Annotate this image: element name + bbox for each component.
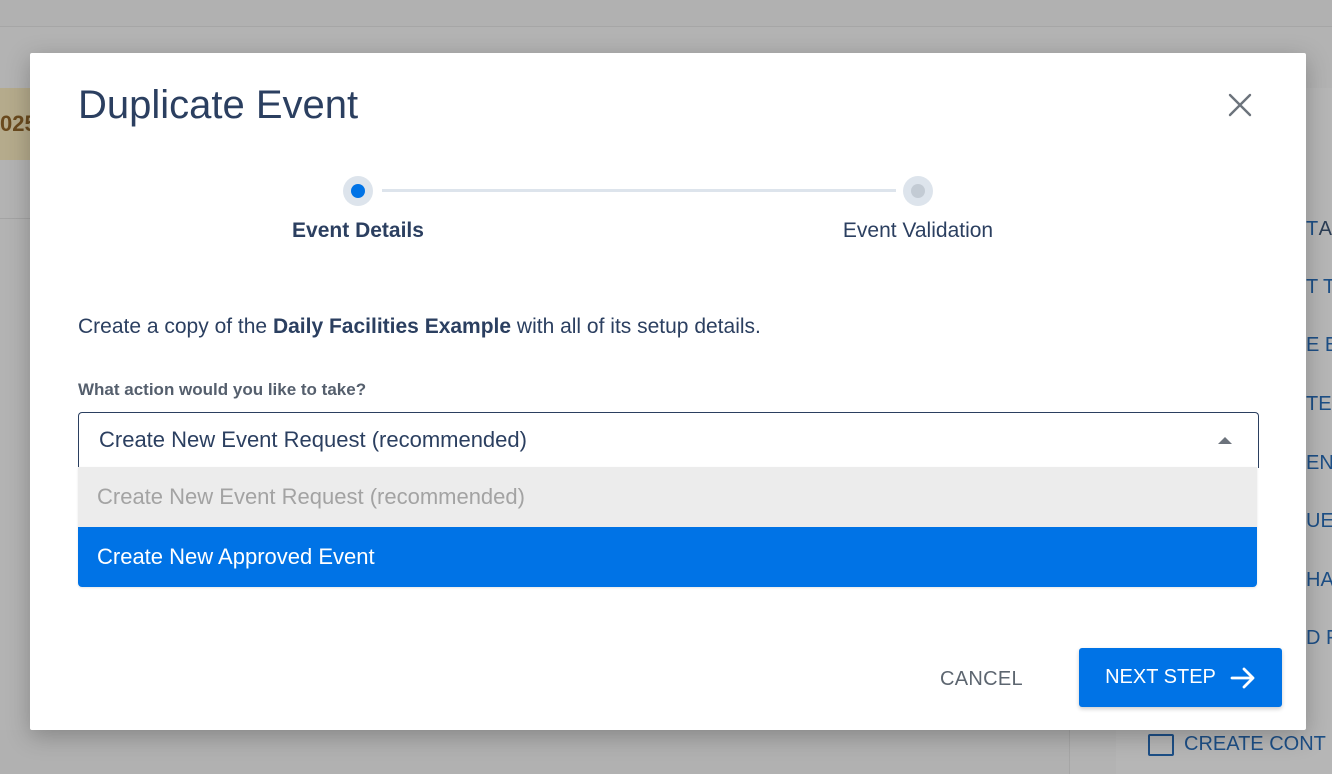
intro-text: Create a copy of the Daily Facilities Ex… <box>78 315 761 339</box>
action-select-options: Create New Event Request (recommended) C… <box>78 467 1257 587</box>
background-menu-item: T TY <box>1306 276 1332 298</box>
cancel-button[interactable]: CANCEL <box>940 663 1023 695</box>
next-step-button[interactable]: NEXT STEP <box>1079 648 1282 707</box>
stepper-track <box>382 189 896 192</box>
background-menu-item: T <box>1306 218 1319 240</box>
background-right-menu: T T TY E EV TEN ENT UES HA D F <box>1306 0 1332 774</box>
background-bottom-strip <box>0 730 1070 774</box>
background-menu-item: D F <box>1306 627 1332 649</box>
background-menu-item: UES <box>1306 510 1332 532</box>
background-topbar <box>0 0 1332 27</box>
step-label-event-validation: Event Validation <box>842 219 994 242</box>
create-contact-icon <box>1148 733 1174 756</box>
close-button[interactable] <box>1224 89 1256 121</box>
step-dot-event-validation <box>903 176 933 206</box>
background-create-link-label: CREATE CONT <box>1184 733 1326 755</box>
next-step-label: NEXT STEP <box>1105 666 1216 688</box>
background-menu-item: ENT <box>1306 452 1332 474</box>
background-divider <box>0 218 30 219</box>
action-select[interactable]: Create New Event Request (recommended) <box>78 412 1259 468</box>
duplicate-event-modal: Duplicate Event Event Details Event Vali… <box>30 53 1306 730</box>
close-icon <box>1228 93 1252 117</box>
modal-title: Duplicate Event <box>78 83 359 127</box>
step-dot-inactive-indicator <box>911 184 925 198</box>
caret-up-icon <box>1218 437 1232 444</box>
step-dot-event-details <box>343 176 373 206</box>
background-create-link: CREATE CONT <box>1148 733 1326 756</box>
action-select-value: Create New Event Request (recommended) <box>99 427 527 452</box>
intro-event-name: Daily Facilities Example <box>272 315 512 338</box>
background-menu-item: HA <box>1306 569 1332 591</box>
step-dot-active-indicator <box>351 184 365 198</box>
intro-suffix: with all of its setup details. <box>511 315 761 338</box>
background-menu-item: E EV <box>1306 334 1332 356</box>
arrow-right-icon <box>1230 667 1255 688</box>
background-menu-item: TEN <box>1306 393 1332 415</box>
option-create-approved-event[interactable]: Create New Approved Event <box>78 527 1257 587</box>
step-label-event-details: Event Details <box>292 219 424 242</box>
intro-prefix: Create a copy of the <box>78 315 273 338</box>
option-create-event-request: Create New Event Request (recommended) <box>78 467 1257 527</box>
action-field-label: What action would you like to take? <box>78 380 367 399</box>
